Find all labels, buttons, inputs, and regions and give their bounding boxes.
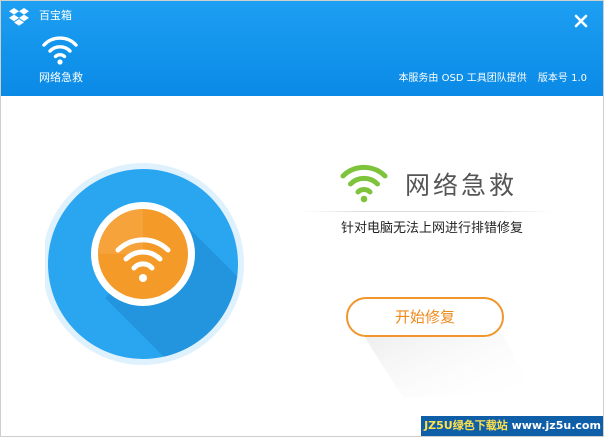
- close-button[interactable]: [571, 11, 591, 31]
- app-window: 百宝箱 网络急救 本服务由 OSD 工具团队提供 版本号 1.0 网络急救 针对…: [0, 0, 604, 437]
- watermark-url: www.jz5u.com: [511, 419, 601, 432]
- header-bar: 百宝箱 网络急救 本服务由 OSD 工具团队提供 版本号 1.0: [1, 1, 603, 96]
- version-label: 版本号 1.0: [537, 73, 587, 84]
- wifi-icon[interactable]: [41, 34, 79, 66]
- header-info: 本服务由 OSD 工具团队提供 版本号 1.0: [398, 72, 587, 86]
- start-repair-button[interactable]: 开始修复: [346, 297, 504, 337]
- dropbox-logo-icon: [9, 8, 29, 26]
- divider: [301, 211, 553, 212]
- site-watermark: JZ5U绿色下载站 www.jz5u.com: [421, 416, 603, 436]
- feature-title: 网络急救: [405, 171, 518, 200]
- feature-description: 针对电脑无法上网进行排错修复: [341, 221, 524, 236]
- service-note: 本服务由 OSD 工具团队提供: [398, 73, 527, 84]
- app-title: 百宝箱: [39, 9, 72, 22]
- network-illustration: [45, 163, 244, 365]
- tool-tab-network-rescue[interactable]: 网络急救: [31, 71, 91, 85]
- watermark-brand: JZ5U绿色下载站: [424, 419, 508, 432]
- wifi-signal-icon: [340, 164, 388, 203]
